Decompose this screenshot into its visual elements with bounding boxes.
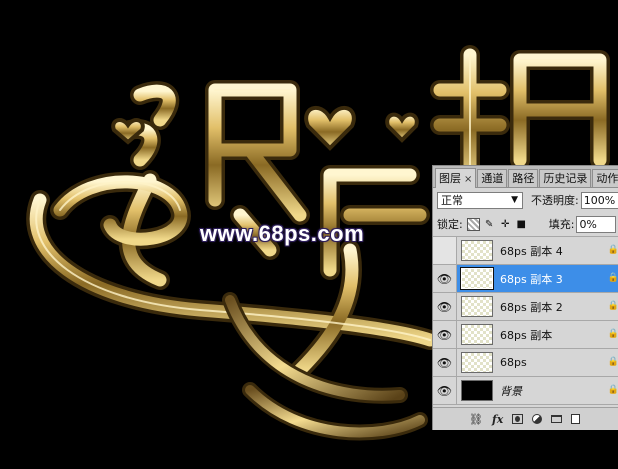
layer-row-copy-3[interactable]: 👁 68ps 副本 3 🔒: [433, 265, 618, 293]
watermark-text: www.68ps.com: [200, 221, 365, 246]
link-icon[interactable]: ⛓: [469, 413, 483, 426]
folder-icon[interactable]: [551, 415, 563, 423]
layer-thumbnail: [461, 296, 493, 317]
layer-row-copy-2[interactable]: 👁 68ps 副本 2 🔒: [433, 293, 618, 321]
layer-thumbnail: [461, 352, 493, 373]
lock-icon: 🔒: [607, 385, 618, 395]
visibility-toggle[interactable]: 👁: [433, 237, 457, 264]
lock-move-icon[interactable]: ✛: [499, 218, 512, 231]
lock-icon: 🔒: [607, 245, 618, 255]
visibility-toggle[interactable]: 👁: [433, 265, 457, 292]
tab-paths[interactable]: 路径: [508, 169, 539, 187]
layer-name: 68ps 副本 4: [500, 244, 563, 258]
eye-icon: 👁: [436, 299, 453, 314]
layer-row-copy-4[interactable]: 👁 68ps 副本 4 🔒: [433, 237, 618, 265]
opacity-input[interactable]: 100%: [580, 191, 618, 209]
blend-options-row: 正常 ▼ 不透明度: 100%: [433, 188, 618, 212]
eye-icon: 👁: [436, 355, 453, 370]
visibility-toggle[interactable]: 👁: [433, 349, 457, 376]
panel-tab-bar: 图层 × 通道 路径 历史记录 动作: [433, 166, 618, 188]
lock-icon: 🔒: [607, 357, 618, 367]
mask-icon[interactable]: [512, 414, 524, 424]
layer-name: 背景: [500, 384, 522, 398]
layer-thumbnail: [461, 240, 493, 261]
eye-icon: 👁: [436, 383, 453, 398]
tab-history[interactable]: 历史记录: [539, 169, 592, 187]
fill-input[interactable]: 0%: [576, 215, 617, 233]
tab-paths-label: 路径: [512, 172, 535, 185]
lock-icon: 🔒: [607, 273, 618, 283]
layer-thumbnail: [461, 380, 493, 401]
layer-row-68ps[interactable]: 👁 68ps 🔒: [433, 349, 618, 377]
panel-bottom-bar: ⛓ fx: [433, 407, 618, 430]
layer-row-copy[interactable]: 👁 68ps 副本 🔒: [433, 321, 618, 349]
layer-name: 68ps 副本: [500, 328, 553, 342]
layer-list: 👁 68ps 副本 4 🔒 👁 68ps 副本 3 🔒 👁 68ps 副本 2 …: [433, 237, 618, 405]
tab-channels[interactable]: 通道: [477, 169, 508, 187]
tab-actions[interactable]: 动作: [592, 169, 618, 187]
lock-row: 锁定: ✎ ✛ ■ 填充: 0%: [433, 212, 618, 237]
lock-transparency-icon[interactable]: [466, 217, 480, 231]
lock-brush-icon[interactable]: ✎: [483, 218, 496, 231]
eye-icon: 👁: [436, 327, 453, 342]
tab-history-label: 历史记录: [543, 172, 588, 185]
lock-icon: 🔒: [607, 329, 618, 339]
visibility-toggle[interactable]: 👁: [433, 377, 457, 404]
tab-actions-label: 动作: [596, 172, 618, 185]
blend-mode-value: 正常: [441, 193, 463, 207]
layer-name: 68ps 副本 3: [500, 272, 563, 286]
layer-name: 68ps: [500, 356, 527, 369]
new-layer-icon[interactable]: [571, 414, 581, 424]
visibility-toggle[interactable]: 👁: [433, 293, 457, 320]
fill-label: 填充:: [548, 218, 575, 231]
opacity-label: 不透明度:: [531, 194, 579, 207]
close-icon[interactable]: ×: [464, 174, 472, 185]
visibility-toggle[interactable]: 👁: [433, 321, 457, 348]
tab-channels-label: 通道: [481, 172, 504, 185]
adjustment-icon[interactable]: [532, 414, 543, 424]
tab-layers-label: 图层: [439, 172, 461, 185]
layer-thumbnail: [460, 267, 494, 290]
lock-all-icon[interactable]: ■: [515, 218, 528, 231]
lock-icon: 🔒: [607, 301, 618, 311]
layer-thumbnail: [461, 324, 493, 345]
chevron-down-icon: ▼: [511, 194, 518, 205]
eye-icon: 👁: [436, 271, 453, 286]
layers-panel: 图层 × 通道 路径 历史记录 动作 正常 ▼ 不透明度: 100% 锁定: ✎ …: [432, 165, 618, 430]
blend-mode-select[interactable]: 正常 ▼: [437, 191, 523, 209]
fx-icon[interactable]: fx: [492, 413, 503, 426]
layer-row-background[interactable]: 👁 背景 🔒: [433, 377, 618, 405]
layer-name: 68ps 副本 2: [500, 300, 563, 314]
tab-layers[interactable]: 图层 ×: [435, 168, 477, 188]
lock-label: 锁定:: [437, 218, 463, 231]
